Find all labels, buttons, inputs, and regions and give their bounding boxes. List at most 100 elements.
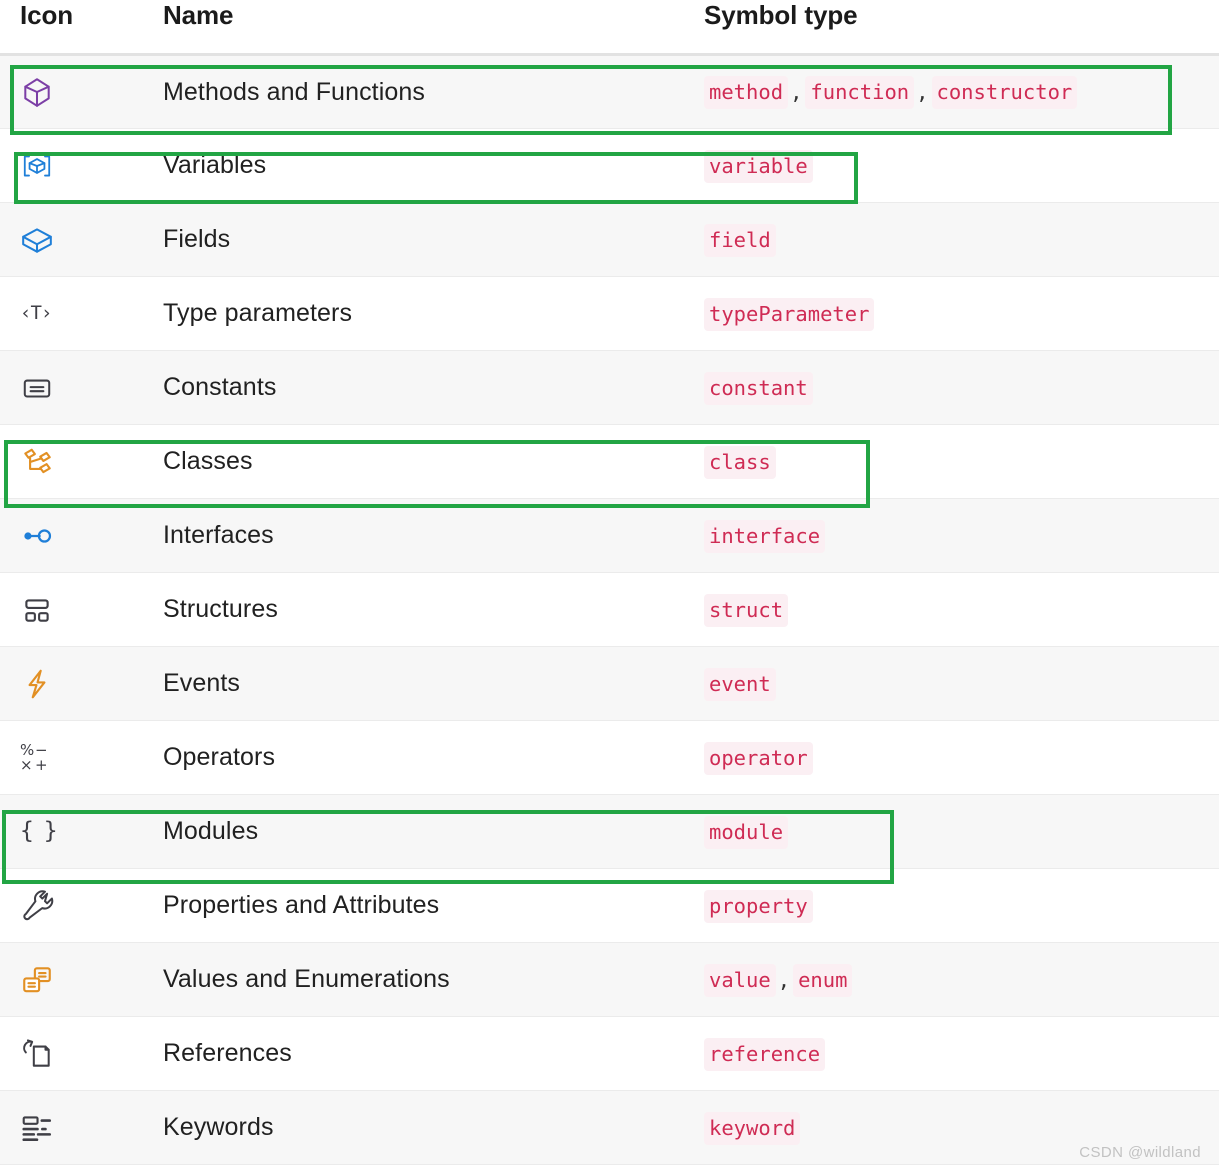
table-row: Methods and Functions method, function, co… — [0, 54, 1219, 129]
symbol-type-tag: value — [704, 963, 776, 997]
separator-comma: , — [790, 80, 803, 104]
symbol-type-tag: reference — [704, 1037, 826, 1071]
table-row: Values and Enumerations value, enum — [0, 942, 1219, 1017]
column-header-icon: Icon — [20, 0, 74, 30]
keyword-lines-icon — [20, 1111, 150, 1145]
event-bolt-icon — [20, 667, 150, 701]
type-parameter-icon: ‹T› — [20, 302, 52, 324]
table-row: Keywords keyword — [0, 1090, 1219, 1165]
operator-symbols-icon: % − × + — [20, 742, 50, 774]
row-icon-cell — [0, 425, 150, 499]
row-name: Fields — [163, 225, 231, 253]
row-name: Properties and Attributes — [163, 891, 440, 919]
row-icon-cell — [0, 499, 150, 573]
symbol-type-tag: interface — [704, 519, 826, 553]
row-name: Events — [163, 669, 241, 697]
row-symbol-types: struct — [695, 573, 1219, 647]
table-body: Methods and Functions method, function, co… — [0, 54, 1219, 1165]
row-name: Keywords — [163, 1113, 274, 1141]
row-symbol-types: property — [695, 869, 1219, 943]
struct-blocks-icon — [20, 593, 150, 627]
row-icon-cell — [0, 1091, 150, 1165]
row-symbol-types: typeParameter — [695, 277, 1219, 351]
table-row: Properties and Attributes property — [0, 868, 1219, 943]
row-symbol-types: interface — [695, 499, 1219, 573]
interface-plug-icon — [20, 519, 150, 553]
cube-outline-blue-icon — [20, 223, 150, 257]
table-row: Variables variable — [0, 128, 1219, 203]
symbol-type-tag: module — [704, 815, 789, 849]
row-icon-cell: { } — [0, 795, 150, 869]
column-header-symbol-type: Symbol type — [704, 0, 858, 30]
row-icon-cell — [0, 647, 150, 721]
row-name: Classes — [163, 447, 253, 475]
table-row: ‹T› Type parameters typeParameter — [0, 276, 1219, 351]
symbol-type-tag: variable — [704, 149, 813, 183]
row-name: Modules — [163, 817, 259, 845]
row-symbol-types: module — [695, 795, 1219, 869]
row-name: Operators — [163, 743, 276, 771]
row-icon-cell — [0, 869, 150, 943]
operator-plus-glyph: + — [35, 755, 48, 774]
row-name: Type parameters — [163, 299, 353, 327]
row-icon-cell — [0, 129, 150, 203]
row-name: Constants — [163, 373, 277, 401]
separator-comma: , — [916, 80, 929, 104]
row-symbol-types: event — [695, 647, 1219, 721]
row-icon-cell — [0, 943, 150, 1017]
braces-icon: { } — [20, 818, 58, 844]
wrench-icon — [20, 889, 150, 923]
row-icon-cell: ‹T› — [0, 277, 150, 351]
cube-purple-icon — [20, 75, 150, 109]
row-name: Interfaces — [163, 521, 274, 549]
symbol-type-tag: method — [704, 76, 789, 109]
symbol-type-tag: field — [704, 223, 776, 257]
row-icon-cell — [0, 203, 150, 277]
row-name: Values and Enumerations — [163, 965, 450, 993]
table-row: Classes class — [0, 424, 1219, 499]
row-name: Variables — [163, 151, 267, 179]
row-symbol-types: field — [695, 203, 1219, 277]
row-symbol-types: operator — [695, 721, 1219, 795]
row-name: Structures — [163, 595, 278, 623]
row-name: References — [163, 1039, 292, 1067]
reference-document-icon — [20, 1037, 150, 1071]
table-row: % − × + Operators operator — [0, 720, 1219, 795]
separator-comma: , — [777, 967, 791, 992]
symbol-type-tag: property — [704, 889, 813, 923]
symbol-type-tag: event — [704, 667, 776, 701]
table-row: Interfaces interface — [0, 498, 1219, 573]
table-row: Events event — [0, 646, 1219, 721]
symbol-type-tag: function — [805, 76, 915, 109]
row-icon-cell — [0, 573, 150, 647]
column-header-name: Name — [163, 0, 234, 30]
table-header: Icon Name Symbol type — [0, 0, 1219, 55]
operator-times-glyph: × — [20, 755, 33, 774]
symbol-type-tag: class — [704, 445, 776, 479]
constant-box-icon — [20, 371, 150, 405]
row-name: Methods and Functions — [163, 77, 425, 106]
row-icon-cell — [0, 55, 150, 129]
symbol-type-tag: typeParameter — [704, 297, 875, 331]
row-symbol-types: class — [695, 425, 1219, 499]
row-symbol-types: reference — [695, 1017, 1219, 1091]
symbol-icons-table: Icon Name Symbol type Methods and Functi… — [0, 0, 1219, 1165]
table-row: Structures struct — [0, 572, 1219, 647]
symbol-type-tag: enum — [793, 963, 853, 997]
symbol-type-tag: operator — [704, 741, 813, 775]
symbol-type-tag: constructor — [931, 76, 1078, 109]
row-icon-cell — [0, 351, 150, 425]
row-symbol-types: value, enum — [695, 943, 1219, 1017]
table-row: Fields field — [0, 202, 1219, 277]
table-row: { } Modules module — [0, 794, 1219, 869]
table-row: References reference — [0, 1016, 1219, 1091]
row-icon-cell — [0, 1017, 150, 1091]
row-icon-cell: % − × + — [0, 721, 150, 795]
table-row: Constants constant — [0, 350, 1219, 425]
class-hierarchy-icon — [20, 445, 150, 479]
row-symbol-types: variable — [695, 129, 1219, 203]
enum-cards-icon — [20, 963, 150, 997]
header-row: Icon Name Symbol type — [0, 0, 1219, 55]
symbol-type-tag: keyword — [704, 1111, 801, 1145]
row-symbol-types: constant — [695, 351, 1219, 425]
